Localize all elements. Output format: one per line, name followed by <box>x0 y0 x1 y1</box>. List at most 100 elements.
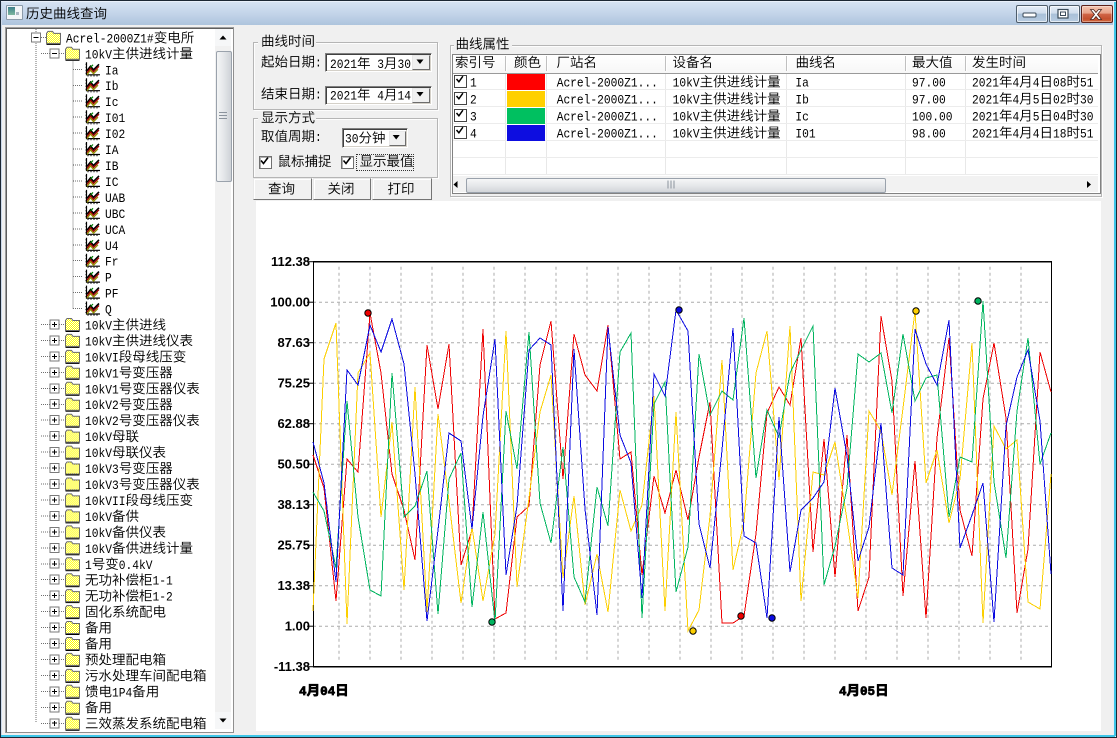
svg-text:98.00: 98.00 <box>912 127 946 142</box>
svg-text:Acrel-2000Z1#: Acrel-2000Z1# <box>66 32 154 47</box>
svg-text:5: 5 <box>1033 93 1040 108</box>
svg-text::: : <box>315 88 322 103</box>
svg-text:PF: PF <box>105 287 118 302</box>
svg-text:30: 30 <box>1080 110 1093 125</box>
svg-text:4: 4 <box>470 127 477 142</box>
svg-text:Ib: Ib <box>795 93 808 108</box>
svg-text:4: 4 <box>299 684 307 699</box>
svg-text:2021: 2021 <box>330 89 357 104</box>
svg-text:Fr: Fr <box>105 255 118 270</box>
svg-text:3: 3 <box>470 110 477 125</box>
svg-text:10kV: 10kV <box>673 93 701 108</box>
svg-text:UBC: UBC <box>105 207 125 222</box>
svg-text:2021: 2021 <box>972 93 999 108</box>
svg-text:10kV: 10kV <box>85 526 113 541</box>
svg-text:10kV: 10kV <box>85 430 113 445</box>
svg-text:Ib: Ib <box>105 80 118 95</box>
svg-text:10kVI: 10kVI <box>85 351 119 366</box>
svg-text:4: 4 <box>1013 127 1020 142</box>
svg-text:4: 4 <box>1013 76 1020 91</box>
svg-text::: : <box>315 130 322 145</box>
svg-text:10kV: 10kV <box>85 446 113 461</box>
svg-text:30: 30 <box>1080 93 1093 108</box>
svg-text:18: 18 <box>1053 127 1066 142</box>
svg-text:08: 08 <box>1053 76 1066 91</box>
svg-text:Ia: Ia <box>795 76 808 91</box>
svg-text:10kVII: 10kVII <box>85 494 125 509</box>
svg-text:10kV: 10kV <box>85 48 113 63</box>
svg-text:10kV2: 10kV2 <box>85 399 119 414</box>
svg-text:1.00: 1.00 <box>285 618 310 633</box>
svg-text:02: 02 <box>1053 93 1066 108</box>
svg-text:UCA: UCA <box>105 223 126 238</box>
svg-text:Acrel-2000Z1...: Acrel-2000Z1... <box>557 93 658 108</box>
svg-text:Ic: Ic <box>105 96 118 111</box>
svg-text:10kV: 10kV <box>85 335 113 350</box>
svg-text:3: 3 <box>377 57 384 72</box>
svg-text:04: 04 <box>1053 110 1066 125</box>
svg-text:38.13: 38.13 <box>277 497 310 512</box>
svg-text:14: 14 <box>398 89 411 104</box>
svg-text:100.00: 100.00 <box>912 110 952 125</box>
svg-text:87.63: 87.63 <box>277 335 310 350</box>
svg-text:75.25: 75.25 <box>277 375 310 390</box>
svg-text:30: 30 <box>398 57 411 72</box>
svg-text:4: 4 <box>1033 127 1040 142</box>
svg-text:Acrel-2000Z1...: Acrel-2000Z1... <box>557 127 658 142</box>
svg-text:05: 05 <box>860 684 875 699</box>
svg-text:97.00: 97.00 <box>912 93 946 108</box>
svg-text:IA: IA <box>105 143 119 158</box>
svg-text:30: 30 <box>345 132 358 147</box>
svg-text:I02: I02 <box>105 127 125 142</box>
svg-text:10kV1: 10kV1 <box>85 383 119 398</box>
svg-text:Acrel-2000Z1...: Acrel-2000Z1... <box>557 110 658 125</box>
svg-text:I01: I01 <box>795 127 815 142</box>
svg-text:4: 4 <box>377 89 384 104</box>
svg-text:P: P <box>105 271 112 286</box>
svg-text:10kV: 10kV <box>673 76 701 91</box>
svg-text:13.38: 13.38 <box>277 578 310 593</box>
svg-text:62.88: 62.88 <box>277 416 310 431</box>
svg-text:04: 04 <box>320 684 335 699</box>
svg-text:1: 1 <box>470 76 477 91</box>
svg-text:50.50: 50.50 <box>277 456 310 471</box>
svg-text:10kV3: 10kV3 <box>85 478 119 493</box>
svg-text:4: 4 <box>1013 93 1020 108</box>
svg-text:10kV1: 10kV1 <box>85 367 119 382</box>
svg-text:10kV3: 10kV3 <box>85 462 119 477</box>
svg-text:U4: U4 <box>105 239 118 254</box>
svg-text:10kV: 10kV <box>85 542 113 557</box>
svg-text:IC: IC <box>105 175 118 190</box>
svg-text:2021: 2021 <box>972 110 999 125</box>
svg-text:IB: IB <box>105 159 118 174</box>
svg-text:1: 1 <box>85 558 92 573</box>
svg-text:10kV: 10kV <box>85 510 113 525</box>
svg-text:51: 51 <box>1080 76 1093 91</box>
svg-text:0.4kV: 0.4kV <box>119 558 153 573</box>
svg-text:4: 4 <box>1013 110 1020 125</box>
svg-text:-11.38: -11.38 <box>274 659 310 674</box>
svg-text:2: 2 <box>470 93 477 108</box>
svg-text::: : <box>315 56 322 71</box>
svg-text:112.38: 112.38 <box>271 254 310 269</box>
svg-text:Ic: Ic <box>795 110 808 125</box>
svg-text:UAB: UAB <box>105 191 125 206</box>
svg-text:10kV: 10kV <box>673 110 701 125</box>
svg-text:2021: 2021 <box>972 127 999 142</box>
svg-text:10kV2: 10kV2 <box>85 415 119 430</box>
svg-text:4: 4 <box>1033 76 1040 91</box>
svg-text:I01: I01 <box>105 112 125 127</box>
svg-text:10kV: 10kV <box>85 319 113 334</box>
svg-text:97.00: 97.00 <box>912 76 946 91</box>
svg-text:Acrel-2000Z1...: Acrel-2000Z1... <box>557 76 658 91</box>
svg-text:51: 51 <box>1080 127 1093 142</box>
svg-text:2021: 2021 <box>972 76 999 91</box>
svg-text:Q: Q <box>105 303 112 318</box>
svg-text:4: 4 <box>839 684 847 699</box>
svg-text:5: 5 <box>1033 110 1040 125</box>
svg-text:10kV: 10kV <box>673 127 701 142</box>
svg-text:Ia: Ia <box>105 64 118 79</box>
svg-text:25.75: 25.75 <box>277 537 310 552</box>
svg-text:100.00: 100.00 <box>270 294 310 309</box>
svg-text:2021: 2021 <box>330 57 357 72</box>
